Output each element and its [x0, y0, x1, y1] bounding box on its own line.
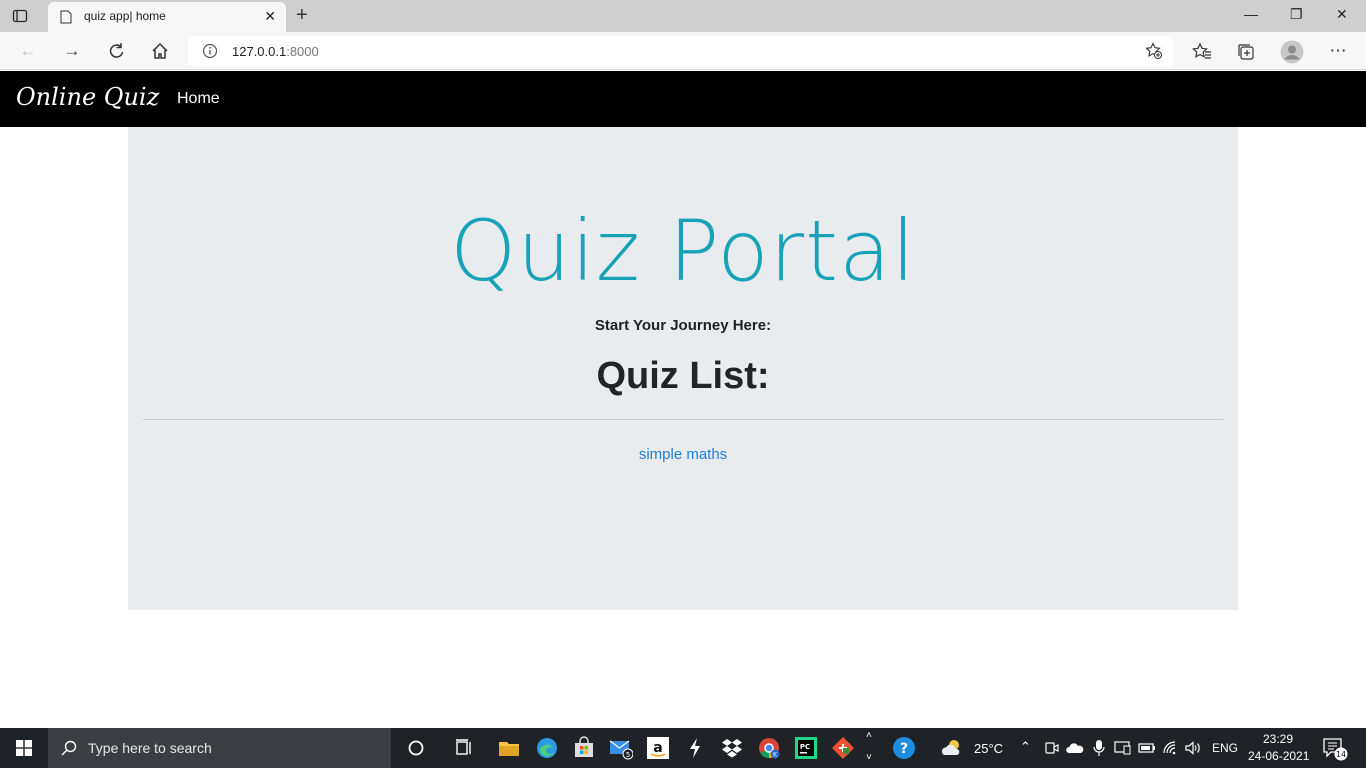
refresh-icon[interactable] [106, 41, 126, 61]
divider [143, 419, 1223, 420]
onedrive-icon[interactable] [1066, 740, 1084, 756]
pycharm-icon[interactable]: PC [794, 736, 818, 760]
site-info-icon[interactable] [202, 43, 218, 59]
tab-actions-icon[interactable] [12, 8, 28, 24]
search-icon [61, 740, 77, 756]
jumbotron: Quiz Portal Start Your Journey Here: Qui… [128, 127, 1238, 610]
display-icon[interactable] [1114, 740, 1132, 756]
svg-text:a: a [653, 740, 662, 756]
site-navbar: Online Quiz Home [0, 71, 1366, 127]
nav-link-home[interactable]: Home [177, 90, 220, 108]
meet-now-icon[interactable] [1044, 740, 1060, 756]
quiz-list-heading: Quiz List: [596, 355, 770, 397]
page-title: Quiz Portal [450, 202, 916, 300]
language-indicator[interactable]: ENG [1212, 741, 1238, 755]
lightning-app-icon[interactable] [683, 736, 707, 760]
more-menu-icon[interactable]: ⋯ [1328, 41, 1348, 61]
quiz-link: simple maths [128, 446, 1238, 463]
restore-button[interactable]: ❐ [1290, 6, 1303, 23]
microsoft-store-icon[interactable] [572, 736, 596, 760]
close-window-button[interactable]: ✕ [1336, 6, 1348, 23]
clock-time[interactable]: 23:29 [1263, 732, 1293, 746]
taskbar: Type here to search 5 a K PC ˄ ˅ ? 25°C … [0, 728, 1366, 768]
svg-text:PC: PC [800, 743, 810, 751]
profile-avatar-icon[interactable] [1280, 40, 1304, 64]
windows-start-icon[interactable] [16, 740, 32, 756]
git-gui-icon[interactable] [831, 736, 855, 760]
collections-icon[interactable] [1236, 42, 1256, 62]
amazon-icon[interactable]: a [646, 736, 670, 760]
browser-toolbar: ← → 127.0.0.1:8000 ⋯ [0, 32, 1366, 70]
clock-date[interactable]: 24-06-2021 [1248, 749, 1309, 763]
dropbox-icon[interactable] [720, 736, 744, 760]
favorites-icon[interactable] [1192, 42, 1212, 62]
notification-count: 14 [1336, 750, 1346, 759]
task-view-icon[interactable] [452, 736, 476, 760]
mail-icon[interactable]: 5 [609, 736, 633, 760]
url-text: 127.0.0.1:8000 [232, 44, 319, 59]
notifications-icon[interactable]: 14 [1322, 736, 1348, 762]
minimize-button[interactable]: — [1244, 6, 1258, 22]
forward-button[interactable]: → [62, 41, 82, 61]
browser-tab[interactable]: quiz app| home ✕ [48, 2, 286, 32]
svg-text:?: ? [900, 741, 908, 757]
volume-icon[interactable] [1184, 740, 1202, 756]
lead-text: Start Your Journey Here: [594, 317, 772, 334]
quiz-link-simple-maths[interactable]: simple maths [639, 446, 727, 463]
browser-tab-strip: quiz app| home ✕ + — ❐ ✕ [0, 0, 1366, 32]
show-hidden-icons[interactable]: ⌃ [1020, 739, 1031, 755]
help-icon[interactable]: ? [892, 736, 916, 760]
url-port: :8000 [286, 44, 319, 59]
chrome-icon[interactable]: K [757, 736, 781, 760]
edge-browser-icon[interactable] [535, 736, 559, 760]
back-button[interactable]: ← [18, 41, 38, 61]
microphone-icon[interactable] [1092, 739, 1106, 757]
add-favorite-icon[interactable] [1145, 42, 1163, 60]
new-tab-button[interactable]: + [296, 5, 308, 25]
mail-badge: 5 [626, 751, 630, 759]
search-placeholder: Type here to search [88, 740, 212, 756]
address-bar[interactable]: 127.0.0.1:8000 [188, 36, 1173, 66]
taskbar-search-box[interactable]: Type here to search [48, 728, 391, 768]
url-host: 127.0.0.1 [232, 44, 287, 59]
page-icon [60, 10, 72, 24]
tab-title: quiz app| home [84, 9, 166, 23]
weather-temperature[interactable]: 25°C [974, 741, 1003, 756]
wifi-icon[interactable] [1162, 740, 1180, 756]
home-icon[interactable] [150, 41, 170, 61]
taskbar-scroll-up[interactable]: ˄ [866, 730, 872, 741]
navbar-brand[interactable]: Online Quiz [16, 83, 159, 111]
file-explorer-icon[interactable] [497, 736, 521, 760]
cortana-icon[interactable] [404, 736, 428, 760]
tab-close-icon[interactable]: ✕ [264, 9, 276, 23]
weather-icon[interactable] [940, 736, 964, 760]
taskbar-scroll-down[interactable]: ˅ [866, 752, 872, 763]
battery-icon[interactable] [1138, 740, 1156, 756]
